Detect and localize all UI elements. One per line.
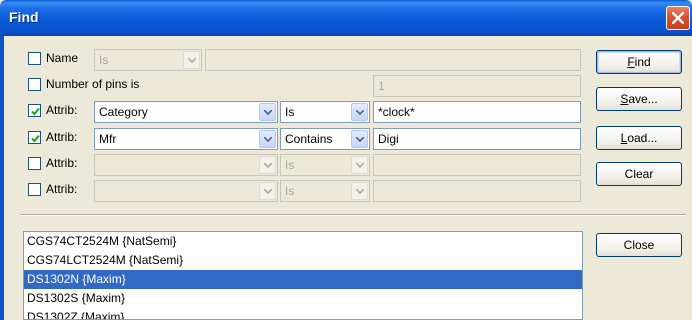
find-dialog: Find Name Is Number of pins is 1 Attrib:… [0,0,692,320]
name-checkbox[interactable] [28,52,41,65]
attrib-3-checkbox[interactable] [28,157,41,170]
attrib-3-label: Attrib: [46,156,78,170]
check-icon [31,107,40,116]
name-operator-select[interactable]: Is [94,49,202,71]
attrib-3-operator-value: Is [285,158,295,172]
attrib-4-attribute-select[interactable] [94,180,278,202]
window-title: Find [9,9,39,25]
attrib-2-operator-select[interactable]: Contains [280,128,370,150]
chevron-down-icon [351,182,368,200]
attrib-4-label: Attrib: [46,182,78,196]
list-item[interactable]: DS1302Z {Maxim} [24,308,582,319]
name-operator-value: Is [99,53,109,67]
list-item[interactable]: DS1302N {Maxim} [24,270,582,289]
close-window-button[interactable] [666,6,690,30]
attrib-2-checkbox[interactable] [28,131,41,144]
attrib-2-value-field[interactable]: Digi [373,128,581,150]
attrib-1-value-field[interactable]: *clock* [373,101,581,123]
attrib-3-value-field[interactable] [373,154,581,176]
attrib-4-operator-select[interactable]: Is [280,180,370,202]
list-item[interactable]: DS1302S {Maxim} [24,289,582,308]
chevron-down-icon [351,103,368,121]
attrib-2-attribute-value: Mfr [99,132,117,146]
chevron-down-icon [183,51,200,69]
save-button[interactable]: Save... [596,87,682,111]
chevron-down-icon [351,156,368,174]
find-label-rest: ind [634,55,651,69]
attrib-4-operator-value: Is [285,184,295,198]
attrib-4-value-field[interactable] [373,180,581,202]
chevron-down-icon [351,130,368,148]
check-icon [31,134,40,143]
title-bar[interactable]: Find [0,0,692,36]
pins-label: Number of pins is [46,77,140,91]
close-button[interactable]: Close [596,233,682,257]
chevron-down-icon [259,130,276,148]
attrib-3-attribute-select[interactable] [94,154,278,176]
separator [20,214,686,216]
name-value-field[interactable] [205,49,581,71]
list-item[interactable]: CGS74CT2524M {NatSemi} [24,232,582,251]
attrib-1-label: Attrib: [46,103,78,117]
attrib-3-operator-select[interactable]: Is [280,154,370,176]
list-item[interactable]: CGS74LCT2524M {NatSemi} [24,251,582,270]
chevron-down-icon [259,103,276,121]
attrib-1-operator-value: Is [285,105,295,119]
pins-checkbox[interactable] [28,78,41,91]
attrib-1-attribute-value: Category [99,105,148,119]
find-button[interactable]: Find [596,50,682,74]
pins-value-field[interactable]: 1 [373,75,581,97]
attrib-1-attribute-select[interactable]: Category [94,101,278,123]
find-accel: F [627,55,635,69]
load-label-rest: oad... [627,131,658,145]
attrib-2-label: Attrib: [46,130,78,144]
dialog-body: Name Is Number of pins is 1 Attrib: Cate… [4,36,692,320]
attrib-1-checkbox[interactable] [28,104,41,117]
attrib-4-checkbox[interactable] [28,183,41,196]
chevron-down-icon [259,156,276,174]
clear-button[interactable]: Clear [596,162,682,186]
name-label: Name [46,51,79,65]
save-label-rest: ave... [628,92,658,106]
attrib-2-attribute-select[interactable]: Mfr [94,128,278,150]
load-button[interactable]: Load... [596,126,682,150]
attrib-1-operator-select[interactable]: Is [280,101,370,123]
results-list[interactable]: CGS74CT2524M {NatSemi} CGS74LCT2524M {Na… [23,231,583,320]
attrib-2-operator-value: Contains [285,132,333,146]
chevron-down-icon [259,182,276,200]
